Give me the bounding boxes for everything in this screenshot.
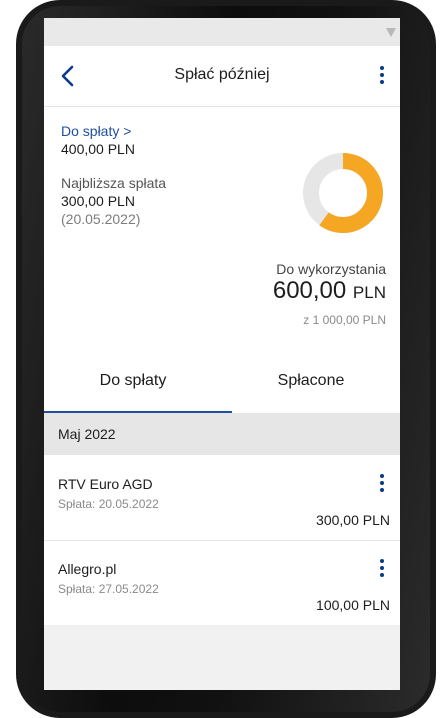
status-bar [44, 18, 400, 46]
payment-row[interactable]: Allegro.pl Spłata: 27.05.2022 100,00 PLN [44, 541, 400, 626]
merchant-name: Allegro.pl [58, 561, 117, 577]
to-pay-link[interactable]: Do spłaty > [61, 123, 131, 139]
month-header: Maj 2022 [44, 413, 400, 455]
to-pay-amount: 400,00 PLN [61, 141, 135, 157]
month-label: Maj 2022 [58, 426, 116, 442]
merchant-name: RTV Euro AGD [58, 476, 153, 492]
next-payment-label: Najbliższa spłata [61, 175, 167, 191]
page-title: Spłać później [174, 66, 270, 83]
more-options-icon[interactable] [378, 66, 386, 88]
payment-amount: 100,00 PLN [316, 597, 390, 613]
payment-row[interactable]: RTV Euro AGD Spłata: 20.05.2022 300,00 P… [44, 456, 400, 541]
payment-amount: 300,00 PLN [316, 512, 390, 528]
summary-panel: Do spłaty > 400,00 PLN Najbliższa spłata… [44, 107, 400, 337]
due-date: Spłata: 27.05.2022 [58, 582, 159, 596]
next-payment-date: (20.05.2022) [61, 211, 141, 227]
available-label: Do wykorzystania [276, 261, 386, 277]
app-header: Spłać później [44, 46, 400, 107]
tab-paid[interactable]: Spłacone [222, 366, 400, 410]
tab-bar: Do spłaty Spłacone [44, 366, 400, 410]
row-more-options-icon[interactable] [378, 559, 386, 581]
available-currency: PLN [352, 283, 386, 302]
next-payment-amount: 300,00 PLN [61, 193, 135, 209]
limit-text: z 1 000,00 PLN [303, 313, 386, 327]
tab-to-pay[interactable]: Do spłaty [44, 366, 222, 410]
signal-icon [386, 28, 396, 37]
due-date: Spłata: 20.05.2022 [58, 497, 159, 511]
app-screen: Spłać później Do spłaty > 400,00 PLN Naj… [44, 18, 400, 690]
available-amount: 600,00 PLN [273, 277, 386, 305]
row-more-options-icon[interactable] [378, 474, 386, 496]
available-value: 600,00 [272, 277, 347, 304]
empty-area [44, 625, 400, 690]
usage-donut-chart [303, 153, 383, 233]
